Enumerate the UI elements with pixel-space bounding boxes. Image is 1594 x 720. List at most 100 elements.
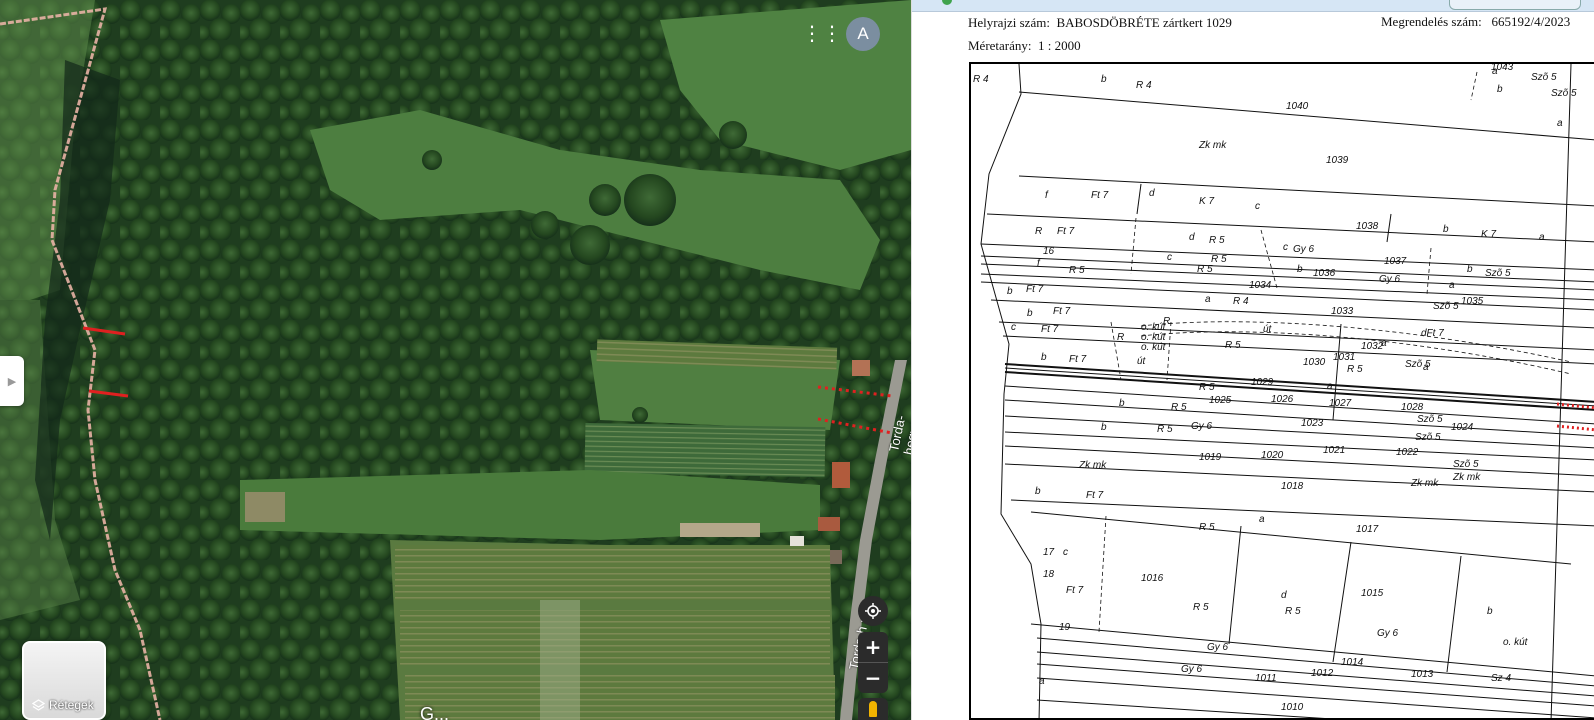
plan-label: dFt 7 bbox=[1421, 328, 1444, 339]
plan-label: Ft 7 bbox=[1041, 324, 1059, 335]
plan-label: R 5 bbox=[1199, 522, 1215, 533]
cadastral-plan-drawing: 1043 1040 1039 1038 1037 1036 1035 1034 … bbox=[973, 64, 1594, 718]
plan-label: Szõ 5 bbox=[1415, 432, 1441, 443]
plan-label: b bbox=[1497, 84, 1503, 95]
plan-label: R bbox=[1163, 316, 1170, 327]
plan-label: a bbox=[1557, 118, 1563, 129]
plan-label: f bbox=[1045, 190, 1049, 201]
plan-label: c bbox=[1063, 547, 1068, 558]
plan-label: R 4 bbox=[1233, 296, 1249, 307]
scale-label: Méretarány bbox=[968, 38, 1028, 53]
plan-label: d bbox=[1281, 590, 1287, 601]
plan-label: c bbox=[1255, 201, 1260, 212]
toolbar-button[interactable] bbox=[1449, 0, 1581, 10]
satellite-imagery bbox=[0, 0, 911, 720]
plan-label: R 5 bbox=[1285, 606, 1301, 617]
plan-label: Ft 7 bbox=[1053, 306, 1071, 317]
plan-label: 1010 bbox=[1281, 702, 1304, 713]
plan-label: Szõ 5 bbox=[1433, 301, 1459, 312]
plan-label: Szõ 5 bbox=[1531, 72, 1557, 83]
zoom-in-button[interactable]: + bbox=[858, 632, 888, 662]
order-number-line: Megrendelés szám: 665192/4/2023 bbox=[1381, 14, 1571, 29]
plan-label: Gy 6 bbox=[1191, 421, 1213, 432]
plan-label: 1037 bbox=[1384, 256, 1407, 267]
plan-label: 1021 bbox=[1323, 445, 1345, 456]
plan-label: 1014 bbox=[1341, 657, 1364, 668]
cadastral-document-viewer[interactable]: Helyrajzi szám: BABOSDÖBRÉTE zártkert 10… bbox=[911, 0, 1594, 720]
plan-label: 1029 bbox=[1251, 377, 1274, 388]
plan-label: 1038 bbox=[1356, 221, 1379, 232]
plan-label: R bbox=[1035, 226, 1042, 237]
plan-label: R 5 bbox=[1225, 340, 1241, 351]
plan-label: Zk mk bbox=[1198, 140, 1227, 151]
plan-label: a bbox=[1327, 381, 1333, 392]
plan-label: R 5 bbox=[1197, 264, 1213, 275]
plan-label: Szõ 5 bbox=[1453, 459, 1479, 470]
viewer-toolbar bbox=[912, 0, 1594, 12]
plan-label: o. kút bbox=[1503, 637, 1529, 648]
plan-label: a bbox=[1539, 232, 1545, 243]
plan-label: a bbox=[1259, 514, 1265, 525]
side-panel-toggle[interactable]: ▶ bbox=[0, 356, 24, 406]
street-view-pegman-button[interactable] bbox=[858, 698, 888, 720]
order-number-value: 665192/4/2023 bbox=[1491, 14, 1571, 29]
plan-label: 1018 bbox=[1281, 481, 1304, 492]
plan-label: 1016 bbox=[1141, 573, 1164, 584]
plan-label: R 5 bbox=[1199, 382, 1215, 393]
plan-label: K 7 bbox=[1481, 229, 1496, 240]
account-initial: A bbox=[857, 24, 869, 43]
account-avatar[interactable]: A bbox=[846, 17, 880, 51]
plan-label: R 5 bbox=[1347, 364, 1363, 375]
plan-label: 1011 bbox=[1255, 673, 1277, 684]
plan-label: Ft 7 bbox=[1086, 490, 1104, 501]
plan-label: R 5 bbox=[1157, 424, 1173, 435]
satellite-map[interactable]: ⋮⋮⋮ A ▶ Torda-hegy Torda-h u. G... Réteg… bbox=[0, 0, 911, 720]
plan-label: 1034 bbox=[1249, 280, 1272, 291]
plan-label: 1023 bbox=[1301, 418, 1324, 429]
my-location-icon bbox=[865, 603, 881, 619]
plan-label: 1015 bbox=[1361, 588, 1384, 599]
plan-label: a bbox=[1381, 338, 1387, 349]
plan-label: b bbox=[1035, 486, 1041, 497]
plan-label: 1033 bbox=[1331, 306, 1354, 317]
plan-label: 18 bbox=[1043, 569, 1055, 580]
plan-label: Zk mk bbox=[1078, 460, 1107, 471]
plan-label: 1039 bbox=[1326, 155, 1349, 166]
plan-label: Sz 4 bbox=[1491, 673, 1511, 684]
parcel-number-value: BABOSDÖBRÉTE zártkert 1029 bbox=[1056, 15, 1232, 30]
plan-label: 1019 bbox=[1199, 452, 1222, 463]
layers-button[interactable]: Rétegek bbox=[22, 641, 106, 720]
plan-label: 1028 bbox=[1401, 402, 1424, 413]
plan-label: Ft 7 bbox=[1091, 190, 1109, 201]
plan-label: Gy 6 bbox=[1181, 664, 1203, 675]
plan-label: R 4 bbox=[973, 74, 989, 85]
plan-label: 1013 bbox=[1411, 669, 1434, 680]
plan-label: 1020 bbox=[1261, 450, 1284, 461]
status-dot-icon bbox=[942, 0, 952, 5]
plan-label: b bbox=[1007, 286, 1013, 297]
plan-label: c bbox=[1167, 252, 1172, 263]
parcel-number-label: Helyrajzi szám bbox=[968, 15, 1047, 30]
plan-label: b bbox=[1443, 224, 1449, 235]
plan-label: R 5 bbox=[1069, 265, 1085, 276]
plan-label: 1012 bbox=[1311, 668, 1334, 679]
plan-label: Ft 7 bbox=[1066, 585, 1084, 596]
my-location-button[interactable] bbox=[858, 596, 888, 626]
plan-label: 1017 bbox=[1356, 524, 1379, 535]
plan-label: b bbox=[1041, 352, 1047, 363]
plan-label: Zk mk bbox=[1452, 472, 1481, 483]
plan-label: o. kút bbox=[1141, 342, 1167, 353]
plan-label: 1036 bbox=[1313, 268, 1336, 279]
apps-grid-icon[interactable]: ⋮⋮⋮ bbox=[802, 22, 862, 44]
plan-label: Szõ 5 bbox=[1485, 268, 1511, 279]
layers-icon bbox=[32, 698, 45, 711]
plan-label: Gy 6 bbox=[1207, 642, 1229, 653]
plan-label: Ft 7 bbox=[1069, 354, 1087, 365]
plan-label: 1035 bbox=[1461, 296, 1484, 307]
scale-value: 1 : 2000 bbox=[1038, 38, 1081, 53]
plan-label: c bbox=[1011, 322, 1016, 333]
plan-label: R 4 bbox=[1136, 80, 1152, 91]
zoom-out-button[interactable]: − bbox=[858, 662, 888, 693]
plan-label: b bbox=[1101, 74, 1107, 85]
plan-label: 1025 bbox=[1209, 395, 1232, 406]
